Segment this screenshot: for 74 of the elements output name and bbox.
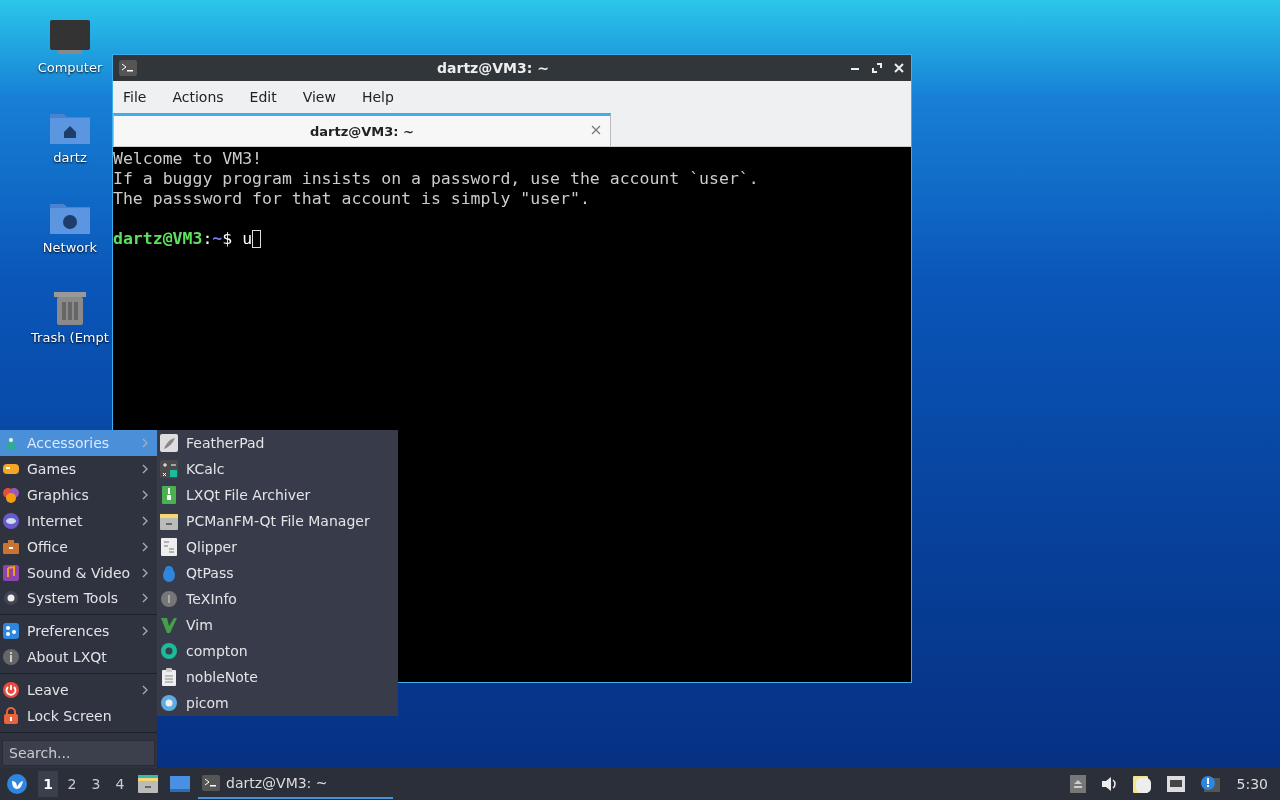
padlock-icon: [160, 564, 178, 582]
archive-icon: [160, 486, 178, 504]
menu-item[interactable]: File: [123, 89, 147, 105]
search-field[interactable]: Search...: [2, 740, 155, 767]
dots-icon: [2, 622, 20, 641]
menu-item[interactable]: Help: [361, 89, 394, 105]
menu-item[interactable]: Vim: [157, 612, 398, 638]
prompt-path: ~: [212, 229, 223, 249]
lock-icon: [2, 707, 20, 726]
desktop-switcher-button[interactable]: 4: [110, 771, 130, 797]
file-drawer-icon[interactable]: [138, 774, 158, 794]
start-menu-icon[interactable]: [6, 773, 28, 795]
menu-category[interactable]: Office: [0, 533, 157, 560]
menu-item[interactable]: picom: [157, 690, 398, 716]
menu-category[interactable]: Leave: [0, 677, 157, 704]
menu-category[interactable]: Lock Screen: [0, 703, 157, 730]
menu-item[interactable]: compton: [157, 638, 398, 664]
desktop-switcher-button[interactable]: 1: [38, 771, 58, 797]
feather-icon: [160, 434, 178, 452]
calculator-icon: [160, 460, 178, 478]
color-circles-icon: [2, 485, 20, 504]
notification-icon[interactable]: [1199, 775, 1220, 793]
menu-category[interactable]: Graphics: [0, 481, 157, 508]
menu-category[interactable]: System Tools: [0, 585, 157, 612]
menu-item[interactable]: TeXInfo: [157, 586, 398, 612]
monitor-icon[interactable]: [48, 18, 92, 56]
desktop-icon[interactable]: [170, 775, 190, 793]
terminal-icon: [202, 775, 220, 791]
terminal-line: The passsword for that account is simply "user".: [113, 189, 591, 209]
info-icon: [2, 648, 20, 667]
window-title: dartz@VM3: ~: [436, 60, 550, 76]
menu-item[interactable]: nobleNote: [157, 664, 398, 690]
menu-item[interactable]: PCManFM-Qt File Manager: [157, 508, 398, 534]
terminal-icon[interactable]: [119, 60, 137, 76]
desktop-icon-label[interactable]: Network: [42, 240, 98, 255]
desktop-icon-label[interactable]: dartz: [53, 150, 87, 165]
menu-item[interactable]: Qlipper: [157, 534, 398, 560]
menu-item[interactable]: View: [302, 89, 336, 105]
menu-item[interactable]: QtPass: [157, 560, 398, 586]
desktop-switcher-button[interactable]: 3: [86, 771, 106, 797]
prompt-separator: :: [202, 229, 213, 249]
power-icon: [2, 681, 20, 700]
menu-item[interactable]: Edit: [249, 89, 277, 105]
briefcase-icon: [2, 537, 20, 556]
menu-category[interactable]: Sound & Video: [0, 559, 157, 586]
menu-category[interactable]: About LXQt: [0, 644, 157, 671]
menu-item[interactable]: FeatherPad: [157, 430, 398, 456]
desktop-icon-label[interactable]: Trash (Empt: [31, 330, 109, 345]
menu-category[interactable]: Preferences: [0, 618, 157, 645]
vim-logo-icon: [160, 616, 178, 634]
prompt-symbol: $: [222, 229, 233, 249]
network-icon[interactable]: [1165, 775, 1186, 793]
tab-label: dartz@VM3: ~: [310, 123, 414, 139]
text-cursor: [252, 230, 262, 248]
menu-category[interactable]: Internet: [0, 507, 157, 534]
terminal-line: Welcome to VM3!: [113, 149, 263, 169]
terminal-tab[interactable]: dartz@VM3: ~: [113, 113, 611, 146]
eject-icon[interactable]: [1069, 775, 1086, 793]
typed-text: u: [242, 229, 253, 249]
prompt-user-host: dartz@VM3: [113, 229, 203, 249]
taskbar-window-button[interactable]: dartz@VM3: ~: [198, 769, 393, 799]
menu-item[interactable]: KCalc: [157, 456, 398, 482]
terminal-line: If a buggy program insists on a password, use the account `user`.: [113, 169, 760, 189]
menu-item[interactable]: Actions: [172, 89, 224, 105]
maximize-icon[interactable]: [871, 62, 883, 74]
volume-icon[interactable]: [1099, 776, 1118, 792]
file-drawer-icon: [160, 512, 178, 530]
globe-icon: [2, 511, 20, 530]
info-icon: [160, 590, 178, 608]
desktop-switcher-button[interactable]: 2: [62, 771, 82, 797]
music-note-icon: [2, 563, 20, 582]
menu-item[interactable]: LXQt File Archiver: [157, 482, 398, 508]
clock[interactable]: 5:30: [1236, 776, 1268, 792]
menu-category[interactable]: Games: [0, 455, 157, 482]
